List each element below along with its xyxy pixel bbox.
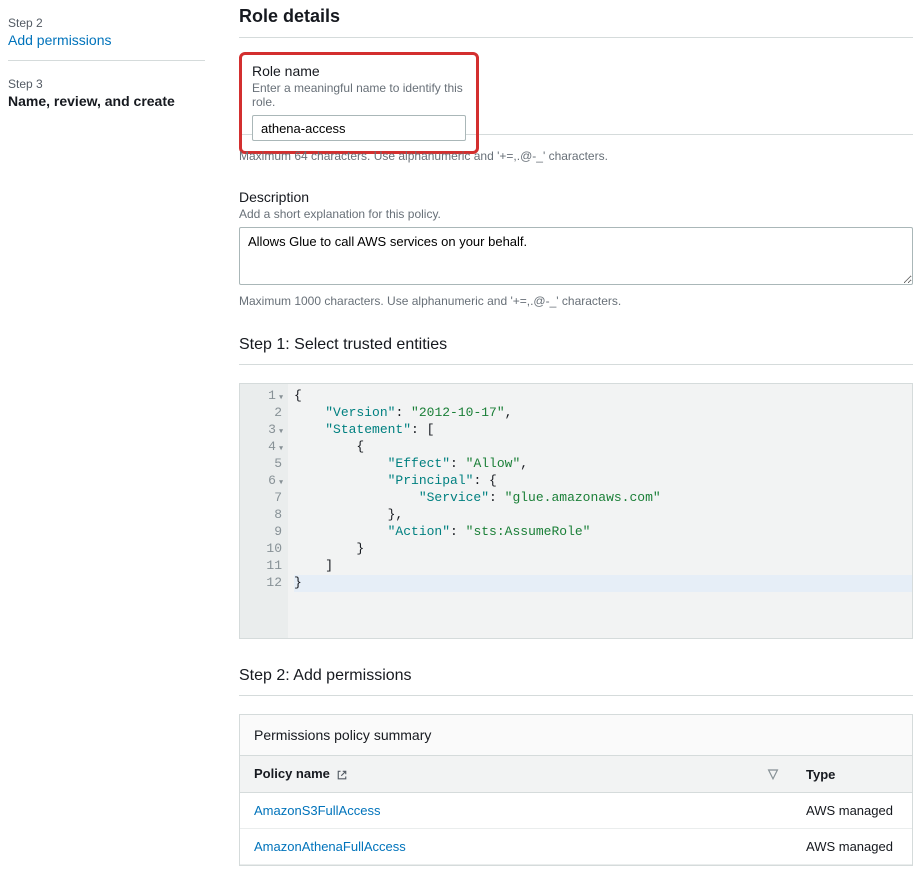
permissions-table: Policy name ▽ Type AmazonS3FullAccessAWS… [240, 756, 912, 865]
step1-title: Step 1: Select trusted entities [239, 336, 913, 354]
divider [239, 695, 913, 696]
sidebar-current-step: Name, review, and create [8, 93, 205, 109]
policy-link[interactable]: AmazonS3FullAccess [240, 793, 792, 829]
col-policy-name-label: Policy name [254, 766, 330, 781]
main-content: Role details Role name Enter a meaningfu… [205, 0, 913, 886]
divider [239, 364, 913, 365]
policy-link[interactable]: AmazonAthenaFullAccess [240, 829, 792, 865]
policy-type: AWS managed [792, 829, 912, 865]
code-gutter: 123456789101112 [240, 384, 288, 638]
role-name-hint: Enter a meaningful name to identify this… [252, 81, 466, 109]
description-block: Description Add a short explanation for … [239, 189, 913, 308]
page-title: Role details [239, 6, 913, 27]
wizard-sidebar: Step 2 Add permissions Step 3 Name, revi… [0, 0, 205, 131]
divider [239, 37, 913, 38]
description-input[interactable] [239, 227, 913, 285]
description-label: Description [239, 189, 913, 205]
permissions-summary-label: Permissions policy summary [240, 715, 912, 756]
sort-icon: ▽ [768, 766, 778, 782]
trust-policy-editor[interactable]: 123456789101112 { "Version": "2012-10-17… [239, 383, 913, 639]
step2-title: Step 2: Add permissions [239, 667, 913, 685]
sidebar-step-3: Step 3 Name, review, and create [8, 71, 205, 121]
table-row: AmazonS3FullAccessAWS managed [240, 793, 912, 829]
step-number: Step 3 [8, 77, 205, 91]
external-link-icon [336, 769, 348, 781]
code-body[interactable]: { "Version": "2012-10-17", "Statement": … [288, 384, 912, 638]
sidebar-link-add-permissions[interactable]: Add permissions [8, 32, 205, 48]
role-name-constraint: Maximum 64 characters. Use alphanumeric … [239, 149, 913, 163]
col-type-label: Type [806, 767, 835, 782]
col-policy-name[interactable]: Policy name ▽ [240, 756, 792, 793]
table-row: AmazonAthenaFullAccessAWS managed [240, 829, 912, 865]
policy-type: AWS managed [792, 793, 912, 829]
role-name-label: Role name [252, 63, 466, 79]
role-name-input[interactable] [252, 115, 466, 141]
role-name-highlight: Role name Enter a meaningful name to ide… [239, 52, 479, 154]
permissions-panel: Permissions policy summary Policy name ▽… [239, 714, 913, 866]
step-number: Step 2 [8, 16, 205, 30]
description-hint: Add a short explanation for this policy. [239, 207, 913, 221]
sidebar-step-2: Step 2 Add permissions [8, 10, 205, 61]
col-type[interactable]: Type [792, 756, 912, 793]
description-constraint: Maximum 1000 characters. Use alphanumeri… [239, 294, 913, 308]
